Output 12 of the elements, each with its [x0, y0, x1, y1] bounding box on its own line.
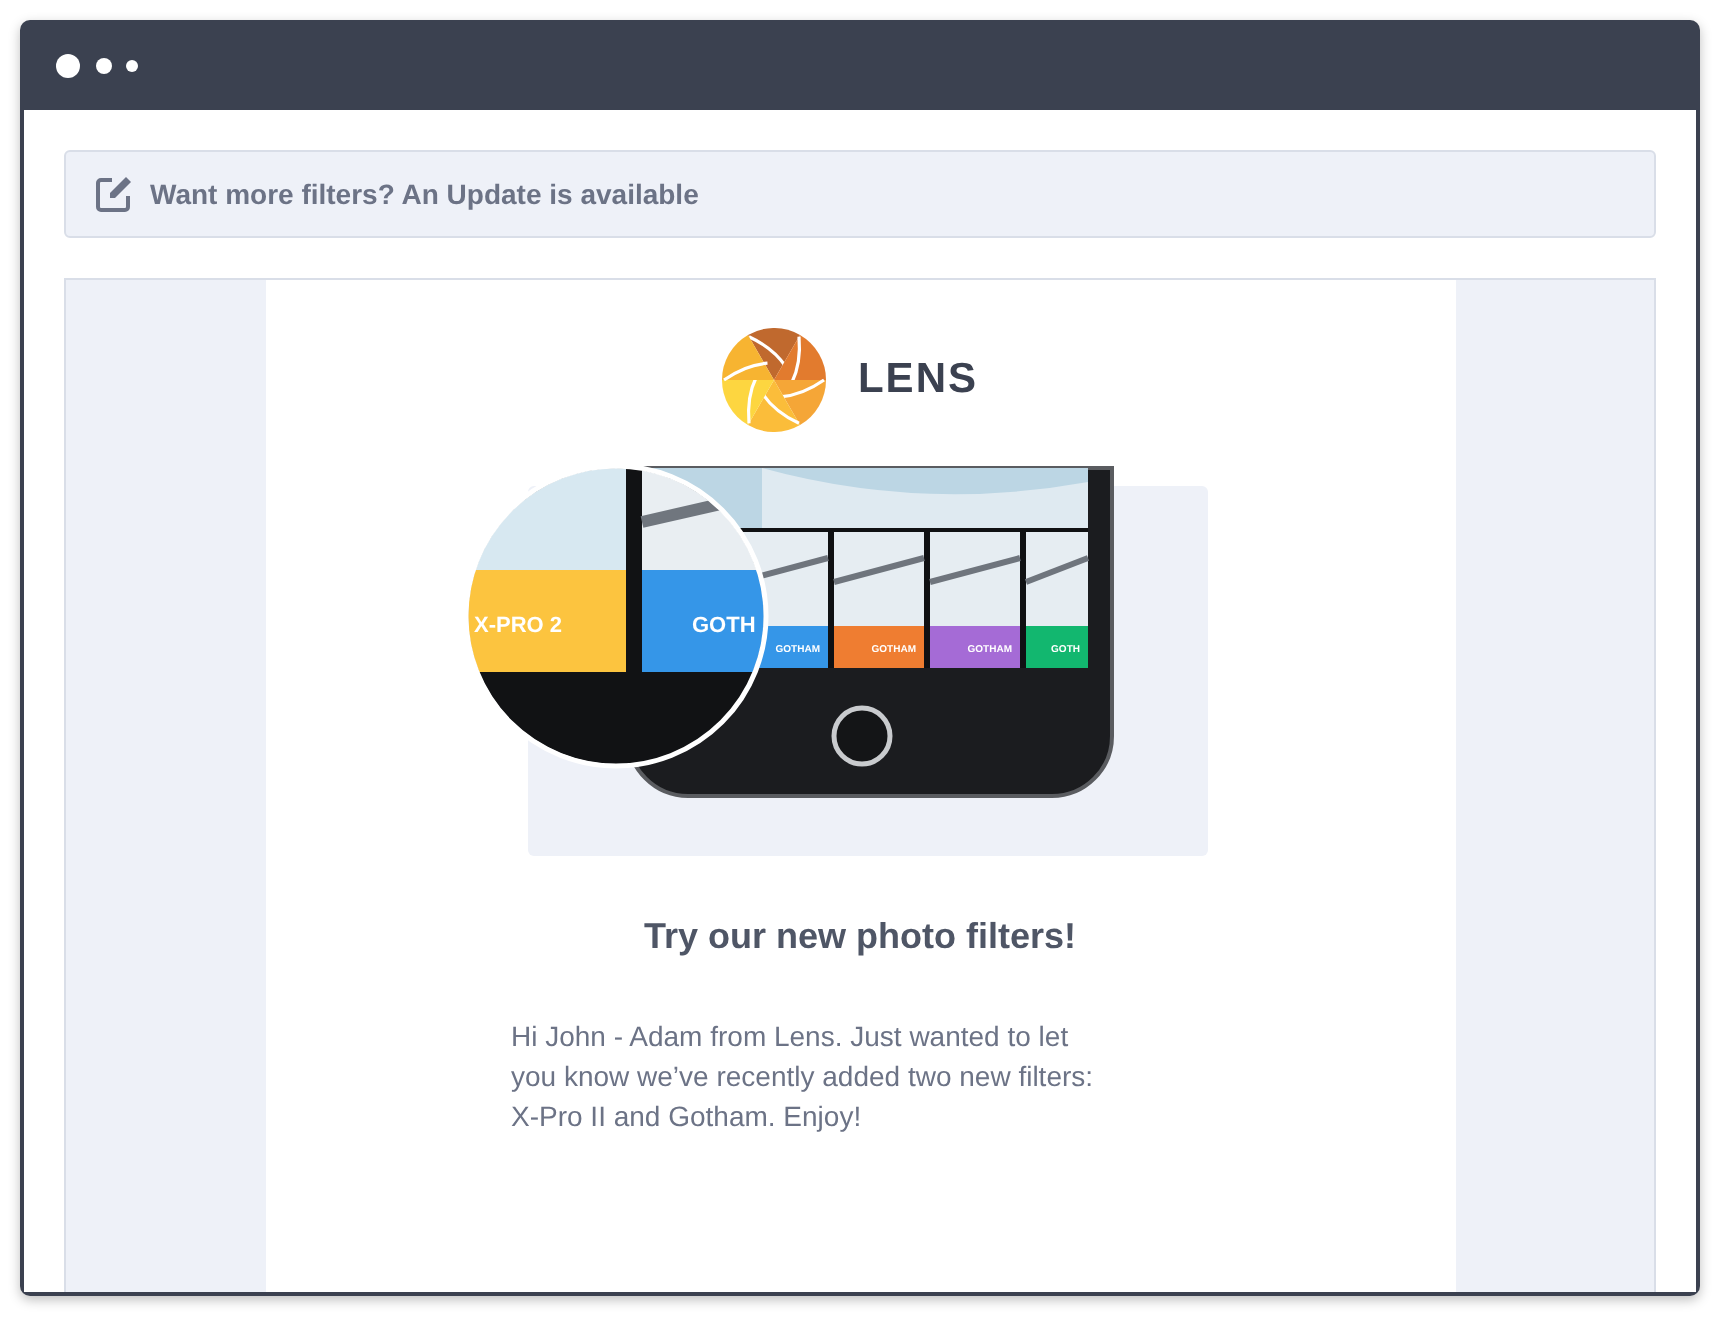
- window-controls-icon: [56, 53, 140, 77]
- filter-tile: [1023, 532, 1089, 668]
- edit-icon: [94, 174, 134, 214]
- filter-label: GOTH: [691, 614, 755, 638]
- filter-tile: [928, 532, 1020, 668]
- aperture-icon: [721, 328, 826, 432]
- brand-name: LENS: [857, 354, 978, 407]
- filter-label: X-PRO 2: [473, 614, 562, 638]
- email-headline: Try our new photo filters!: [641, 916, 1078, 960]
- notice-text: Want more filters? An Update is available: [150, 175, 699, 214]
- email-text: Hi John - Adam from Lens. Just wanted to let you know we’ve recently added two new filters: X-Pro II and Gotham. Enjoy!: [511, 1017, 1096, 1136]
- filter-tile: [832, 532, 924, 668]
